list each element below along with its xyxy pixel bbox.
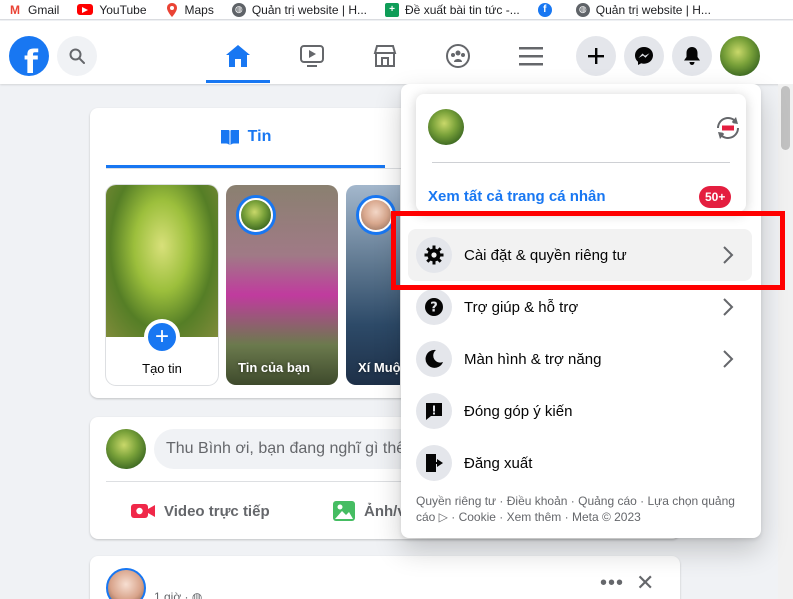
create-button[interactable] <box>576 36 616 76</box>
post-time: 1 giờ · <box>154 590 192 599</box>
bookmark-facebook[interactable]: f <box>537 2 558 17</box>
bookmark-label: Gmail <box>28 2 60 17</box>
bookmark-youtube[interactable]: YouTube <box>77 2 147 17</box>
bookmark-de-xuat[interactable]: + Đề xuất bài tin tức -... <box>385 2 520 17</box>
menu-footer-links[interactable]: Quyền riêng tư · Điều khoản · Quảng cáo … <box>416 493 746 525</box>
messenger-icon <box>635 47 653 65</box>
menu-item-label: Đóng góp ý kiến <box>464 402 573 420</box>
globe-icon: ◍ <box>231 2 246 17</box>
switch-profile-button[interactable] <box>712 112 744 144</box>
sheets-icon: + <box>385 2 400 17</box>
create-story-image <box>106 185 218 337</box>
post-close-button[interactable]: ✕ <box>636 570 654 596</box>
tab-menu[interactable] <box>499 33 563 79</box>
story-avatar-ring <box>236 195 276 235</box>
menu-item-label: Trợ giúp & hỗ trợ <box>464 298 579 316</box>
feedback-icon <box>416 393 452 429</box>
menu-item-label: Màn hình & trợ năng <box>464 350 602 368</box>
story-avatar-ring <box>356 195 396 235</box>
chevron-right-icon <box>716 295 740 319</box>
story-owner-label: Xí Muội <box>358 360 400 375</box>
facebook-logo[interactable]: f <box>9 36 49 76</box>
tab-marketplace[interactable] <box>353 33 417 79</box>
add-story-plus-icon[interactable]: + <box>144 319 180 355</box>
notifications-icon <box>684 47 700 65</box>
bookmarks-bar: M Gmail YouTube Maps ◍ Quản trị website … <box>0 0 793 20</box>
story-avatar <box>239 198 273 232</box>
menu-item-feedback[interactable]: Đóng góp ý kiến <box>408 385 752 437</box>
bookmark-label: Maps <box>184 2 214 17</box>
live-video-icon <box>130 501 156 521</box>
live-video-label: Video trực tiếp <box>164 502 270 520</box>
bookmark-quan-tri-2[interactable]: ◍ Quản trị website | H... <box>575 2 711 17</box>
svg-text:?: ? <box>430 301 438 316</box>
bookmark-label: YouTube <box>99 2 147 17</box>
post-more-button[interactable]: ••• <box>600 572 624 595</box>
top-nav: f <box>0 21 793 84</box>
plus-icon <box>588 48 604 64</box>
gmail-icon: M <box>8 2 22 17</box>
search-button[interactable] <box>57 36 97 76</box>
logo-letter: f <box>24 43 38 76</box>
messenger-button[interactable] <box>624 36 664 76</box>
divider <box>432 162 730 163</box>
maps-icon <box>164 2 179 17</box>
profile-card[interactable]: Xem tất cả trang cá nhân 50+ <box>416 94 746 212</box>
create-story-label: Tạo tin <box>142 361 182 376</box>
page-scrollbar[interactable] <box>778 84 793 599</box>
story-avatar <box>359 198 393 232</box>
tab-groups[interactable] <box>426 33 490 79</box>
youtube-icon <box>77 4 94 15</box>
tab-video[interactable] <box>280 33 344 79</box>
marketplace-icon <box>373 45 397 67</box>
groups-icon <box>446 44 470 68</box>
globe-icon: ◍ <box>191 590 203 599</box>
facebook-icon: f <box>537 2 552 17</box>
scrollbar-thumb[interactable] <box>781 86 790 150</box>
notifications-button[interactable] <box>672 36 712 76</box>
menu-icon <box>519 47 543 66</box>
photo-icon <box>332 500 356 522</box>
story-owner-label: Tin của bạn <box>238 360 310 375</box>
profiles-count-badge: 50+ <box>699 186 732 208</box>
annotation-highlight-box <box>391 211 785 290</box>
bookmark-label: Quản trị website | H... <box>595 2 711 17</box>
switch-profile-icon <box>717 117 739 139</box>
video-icon <box>300 45 324 67</box>
see-all-profiles-link[interactable]: Xem tất cả trang cá nhân <box>428 188 606 205</box>
globe-icon: ◍ <box>575 2 590 17</box>
profile-avatar[interactable] <box>428 109 464 145</box>
bookmark-quan-tri-1[interactable]: ◍ Quản trị website | H... <box>231 2 368 17</box>
chevron-right-icon <box>716 347 740 371</box>
bookmark-gmail[interactable]: M Gmail <box>8 2 60 17</box>
bookmark-label: Quản trị website | H... <box>251 2 368 17</box>
post-card: 1 giờ · ◍ ••• ✕ <box>90 556 680 599</box>
home-icon <box>226 45 250 67</box>
menu-item-label: Đăng xuất <box>464 454 533 472</box>
menu-item-logout[interactable]: Đăng xuất <box>408 437 752 489</box>
book-icon <box>220 128 240 146</box>
post-author-avatar[interactable] <box>106 568 146 599</box>
create-story-card[interactable]: + Tạo tin <box>106 185 218 385</box>
live-video-button[interactable]: Video trực tiếp <box>130 497 270 525</box>
account-avatar[interactable] <box>720 36 760 76</box>
logout-icon <box>416 445 452 481</box>
tab-stories-label: Tin <box>247 127 272 145</box>
bookmark-maps[interactable]: Maps <box>164 2 214 17</box>
account-menu: Xem tất cả trang cá nhân 50+ Cài đặt & q… <box>401 84 761 538</box>
menu-item-display-accessibility[interactable]: Màn hình & trợ năng <box>408 333 752 385</box>
composer-avatar[interactable] <box>106 429 146 469</box>
tab-home[interactable] <box>206 33 270 83</box>
moon-icon <box>416 341 452 377</box>
story-card[interactable]: Tin của bạn <box>226 185 338 385</box>
post-timestamp: 1 giờ · ◍ <box>154 590 202 599</box>
search-icon <box>69 48 85 64</box>
help-icon: ? <box>416 289 452 325</box>
tab-stories[interactable]: Tin <box>106 108 385 168</box>
bookmark-label: Đề xuất bài tin tức -... <box>405 2 520 17</box>
